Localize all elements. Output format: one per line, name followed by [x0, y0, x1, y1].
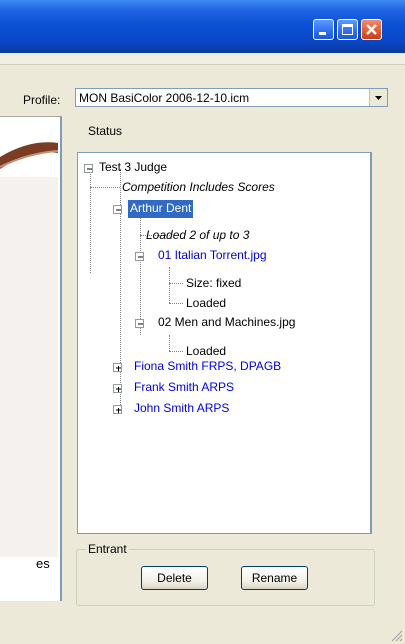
- minus-icon: [138, 323, 143, 325]
- entrant-group-label: Entrant: [86, 542, 129, 556]
- profile-label: Profile:: [23, 93, 61, 107]
- minus-icon: [116, 209, 121, 211]
- tree-item-image-1[interactable]: 01 Italian Torrent.jpg: [158, 247, 267, 267]
- minus-icon: [138, 256, 143, 258]
- maximize-icon: [342, 24, 353, 35]
- tree-item-john-smith[interactable]: John Smith ARPS: [134, 400, 229, 420]
- plus-icon: [116, 408, 121, 413]
- minus-icon: [87, 168, 92, 170]
- tree-item-loaded-count: Loaded 2 of up to 3: [146, 228, 250, 242]
- tree-item-image-2[interactable]: 02 Men and Machines.jpg: [158, 314, 295, 334]
- tree-item-arthur-dent[interactable]: Arthur Dent: [128, 200, 194, 218]
- resize-grip-icon[interactable]: [391, 630, 403, 642]
- menu-strip: [0, 53, 405, 65]
- minimize-icon: [319, 32, 326, 35]
- collapse-toggle[interactable]: [113, 205, 122, 214]
- status-label: Status: [88, 124, 123, 138]
- delete-button[interactable]: Delete: [141, 566, 208, 590]
- dropdown-arrow-button[interactable]: [369, 89, 387, 106]
- preview-image: [0, 142, 59, 557]
- chevron-down-icon: [375, 96, 382, 100]
- collapse-toggle[interactable]: [84, 164, 93, 173]
- tree-item-root[interactable]: Test 3 Judge: [99, 159, 167, 179]
- tree-item-loaded: Loaded: [186, 296, 227, 310]
- image-preview-panel: [0, 116, 62, 601]
- tree-item-size: Size: fixed: [186, 276, 242, 290]
- close-button[interactable]: [361, 19, 382, 40]
- expand-toggle[interactable]: [113, 384, 122, 393]
- maximize-button[interactable]: [337, 19, 358, 40]
- close-icon: [366, 24, 377, 35]
- minimize-button[interactable]: [313, 19, 334, 40]
- tree-line: [169, 351, 183, 352]
- tree-line: [90, 187, 120, 188]
- tree-line: [169, 335, 170, 351]
- rename-button[interactable]: Rename: [241, 566, 308, 590]
- tree-line: [90, 169, 91, 273]
- expand-toggle[interactable]: [113, 405, 122, 414]
- entrant-groupbox: [76, 549, 375, 606]
- profile-selected-value: MON BasiColor 2006-12-10.icm: [79, 91, 250, 105]
- tree-line: [169, 283, 183, 284]
- window-titlebar: [0, 0, 405, 53]
- tree-line: [169, 303, 183, 304]
- status-tree[interactable]: Test 3 Judge Competition Includes Scores…: [77, 152, 372, 534]
- expand-toggle[interactable]: [113, 363, 122, 372]
- plus-icon: [116, 387, 121, 392]
- preview-caption: es: [36, 556, 50, 571]
- profile-dropdown[interactable]: MON BasiColor 2006-12-10.icm: [75, 88, 388, 107]
- collapse-toggle[interactable]: [135, 252, 144, 261]
- tree-item-frank-smith[interactable]: Frank Smith ARPS: [134, 379, 234, 399]
- tree-item-competition-note: Competition Includes Scores: [122, 180, 275, 194]
- tree-line: [169, 267, 170, 303]
- collapse-toggle[interactable]: [135, 319, 144, 328]
- tree-item-fiona-smith[interactable]: Fiona Smith FRPS, DPAGB: [134, 358, 281, 378]
- plus-icon: [116, 366, 121, 371]
